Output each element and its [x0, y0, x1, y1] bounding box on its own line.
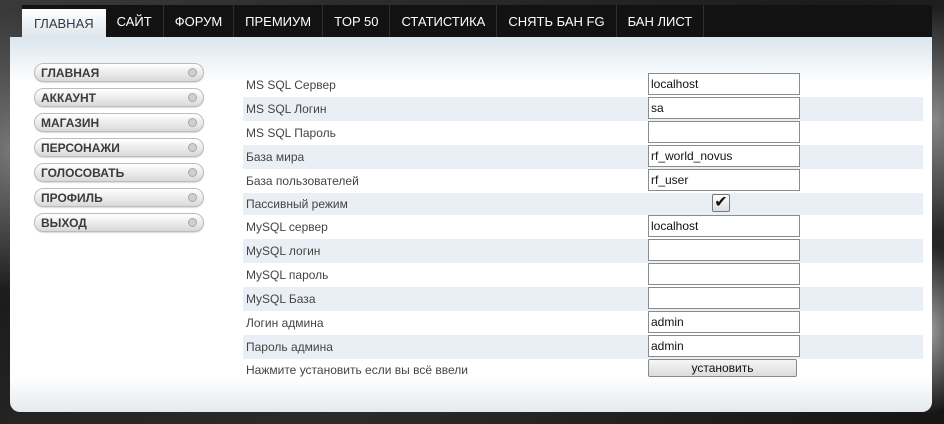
sidebar-item-account[interactable]: АККАУНТ [34, 88, 204, 107]
install-form: MS SQL Сервер MS SQL Логин MS SQL Пароль… [243, 73, 923, 381]
sidebar-item-profile[interactable]: ПРОФИЛЬ [34, 188, 204, 207]
mssql-password-label: MS SQL Пароль [246, 126, 336, 140]
user-db-input[interactable] [648, 169, 800, 191]
world-db-label: База мира [246, 150, 305, 164]
sidebar-menu: ГЛАВНАЯ АККАУНТ МАГАЗИН ПЕРСОНАЖИ ГОЛОСО… [34, 63, 204, 238]
form-row: Нажмите установить если вы всё ввели уст… [243, 359, 923, 381]
passive-mode-checkbox[interactable]: ✔ [712, 194, 730, 212]
tab-statistics[interactable]: СТАТИСТИКА [390, 5, 498, 37]
install-button[interactable]: установить [648, 359, 797, 377]
footer-note: Нажмите установить если вы всё ввели [246, 363, 468, 377]
mssql-server-label: MS SQL Сервер [246, 78, 336, 92]
form-row: MySQL База [243, 287, 923, 311]
sidebar-item-characters[interactable]: ПЕРСОНАЖИ [34, 138, 204, 157]
bullet-icon [188, 118, 197, 127]
form-row: База пользователей [243, 169, 923, 193]
tab-forum[interactable]: ФОРУМ [164, 5, 235, 37]
mysql-db-label: MySQL База [246, 292, 316, 306]
sidebar-item-shop[interactable]: МАГАЗИН [34, 113, 204, 132]
form-row: MySQL сервер [243, 215, 923, 239]
admin-login-input[interactable] [648, 311, 800, 333]
mysql-server-label: MySQL сервер [246, 220, 328, 234]
admin-password-label: Пароль админа [246, 340, 333, 354]
tab-ban-list[interactable]: БАН ЛИСТ [617, 5, 705, 37]
mssql-login-input[interactable] [648, 97, 800, 119]
admin-password-input[interactable] [648, 335, 800, 357]
sidebar-item-label: ГОЛОСОВАТЬ [41, 165, 125, 180]
sidebar-item-label: ВЫХОД [41, 215, 87, 230]
user-db-label: База пользователей [246, 174, 359, 188]
form-row: Логин админа [243, 311, 923, 335]
mssql-server-input[interactable] [648, 73, 800, 95]
world-db-input[interactable] [648, 145, 800, 167]
sidebar-item-label: ПРОФИЛЬ [41, 190, 103, 205]
form-row: Пассивный режим ✔ [243, 193, 923, 215]
form-row: База мира [243, 145, 923, 169]
tab-top50[interactable]: TOP 50 [323, 5, 391, 37]
sidebar-item-label: ГЛАВНАЯ [41, 65, 100, 80]
bullet-icon [188, 93, 197, 102]
mysql-db-input[interactable] [648, 287, 800, 309]
bullet-icon [188, 68, 197, 77]
mssql-password-input[interactable] [648, 121, 800, 143]
mssql-login-label: MS SQL Логин [246, 102, 327, 116]
tab-unban-fg[interactable]: СНЯТЬ БАН FG [497, 5, 617, 37]
sidebar-item-logout[interactable]: ВЫХОД [34, 213, 204, 232]
mysql-password-label: MySQL пароль [246, 268, 329, 282]
mysql-login-label: MySQL логин [246, 244, 321, 258]
top-navigation: ГЛАВНАЯ САЙТ ФОРУМ ПРЕМИУМ TOP 50 СТАТИС… [22, 5, 932, 37]
sidebar-item-label: МАГАЗИН [41, 115, 100, 130]
tab-premium[interactable]: ПРЕМИУМ [234, 5, 324, 37]
bullet-icon [188, 143, 197, 152]
form-row: MS SQL Сервер [243, 73, 923, 97]
form-row: MySQL пароль [243, 263, 923, 287]
tab-site[interactable]: САЙТ [106, 5, 164, 37]
bullet-icon [188, 218, 197, 227]
form-row: MySQL логин [243, 239, 923, 263]
bullet-icon [188, 193, 197, 202]
bullet-icon [188, 168, 197, 177]
mysql-server-input[interactable] [648, 215, 800, 237]
checkmark-icon: ✔ [714, 194, 728, 211]
form-row: MS SQL Логин [243, 97, 923, 121]
passive-mode-label: Пассивный режим [246, 197, 348, 211]
mysql-password-input[interactable] [648, 263, 800, 285]
sidebar-item-label: ПЕРСОНАЖИ [41, 140, 120, 155]
sidebar-item-vote[interactable]: ГОЛОСОВАТЬ [34, 163, 204, 182]
mysql-login-input[interactable] [648, 239, 800, 261]
tab-main[interactable]: ГЛАВНАЯ [22, 9, 106, 37]
sidebar-item-main[interactable]: ГЛАВНАЯ [34, 63, 204, 82]
admin-login-label: Логин админа [246, 316, 324, 330]
form-row: Пароль админа [243, 335, 923, 359]
form-row: MS SQL Пароль [243, 121, 923, 145]
sidebar-item-label: АККАУНТ [41, 90, 96, 105]
